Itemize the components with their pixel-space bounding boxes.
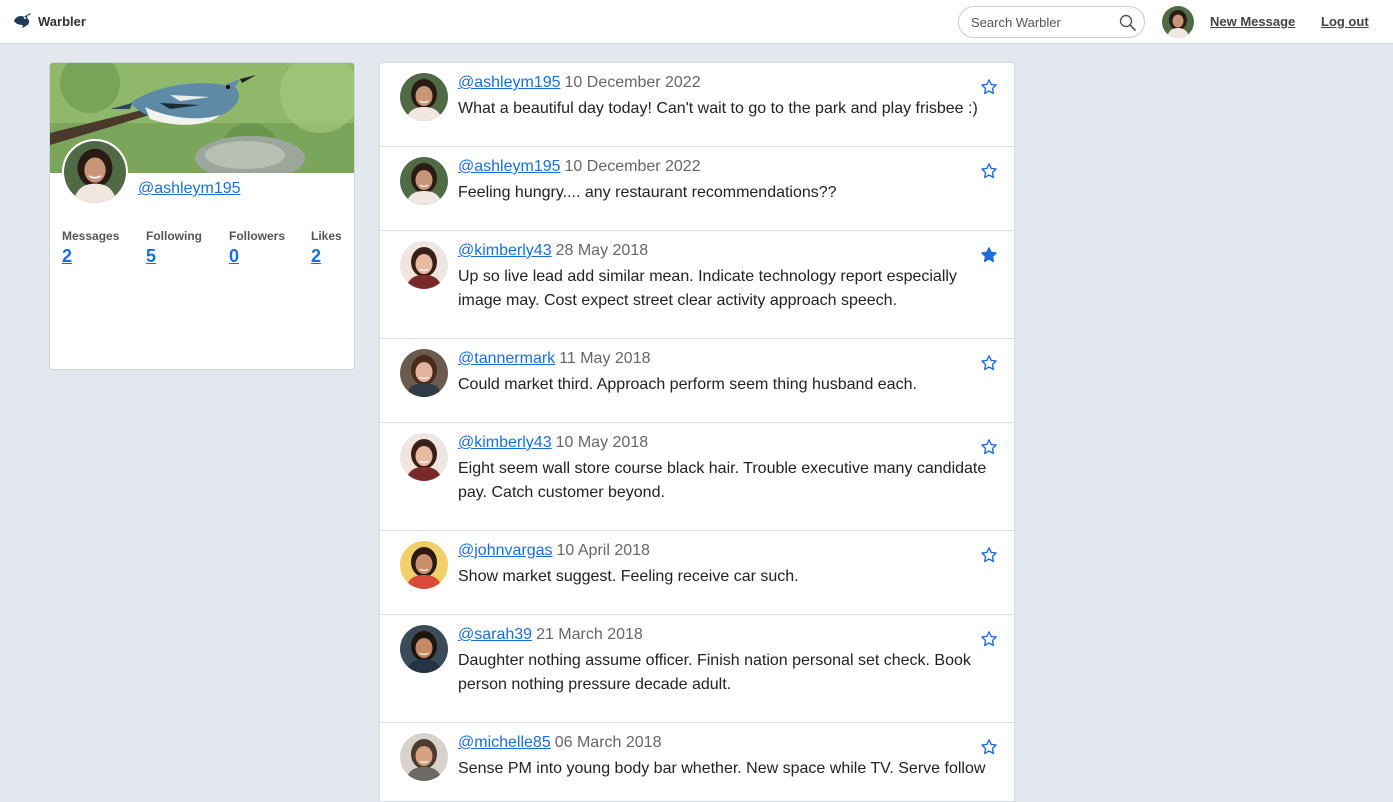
profile-stats: Messages 2 Following 5 Followers 0 Likes… (50, 229, 354, 269)
message-avatar[interactable] (400, 157, 448, 205)
message-item[interactable]: @sarah39 21 March 2018 Daughter nothing a… (380, 615, 1014, 723)
message-text: Could market third. Approach perform see… (458, 376, 917, 393)
message-date: 10 December 2022 (564, 74, 701, 91)
message-header: @kimberly43 28 May 2018 (458, 241, 648, 261)
stat-following: Following 5 (146, 229, 202, 267)
stat-label: Followers (229, 229, 286, 243)
message-text: Daughter nothing assume officer. Finish … (458, 652, 971, 693)
message-date: 11 May 2018 (559, 350, 651, 367)
brand-name[interactable]: Warbler (38, 14, 86, 29)
message-date: 10 May 2018 (555, 434, 649, 451)
message-avatar[interactable] (400, 625, 448, 673)
message-header: @johnvargas 10 April 2018 (458, 541, 650, 561)
message-header: @michelle85 06 March 2018 (458, 733, 661, 753)
message-header: @ashleym195 10 December 2022 (458, 73, 701, 93)
brand-link[interactable]: Warbler (12, 12, 86, 30)
message-item[interactable]: @kimberly43 28 May 2018 Up so live lead a… (380, 231, 1014, 339)
message-avatar[interactable] (400, 73, 448, 121)
message-text: Feeling hungry.... any restaurant recomm… (458, 184, 837, 201)
message-item[interactable]: @michelle85 06 March 2018 Sense PM into y… (380, 723, 1014, 801)
message-username-link[interactable]: @tannermark (458, 350, 555, 367)
message-item[interactable]: @kimberly43 10 May 2018 Eight seem wall s… (380, 423, 1014, 531)
like-star-icon[interactable] (980, 78, 998, 96)
message-text: Show market suggest. Feeling receive car… (458, 568, 799, 585)
search-box[interactable] (958, 6, 1145, 38)
stat-likes: Likes 2 (311, 229, 342, 267)
nav-user-avatar[interactable] (1162, 6, 1194, 38)
message-item[interactable]: @johnvargas 10 April 2018 Show market sug… (380, 531, 1014, 615)
stat-messages: Messages 2 (62, 229, 119, 267)
like-star-icon[interactable] (980, 246, 998, 264)
like-star-icon[interactable] (980, 630, 998, 648)
stat-value[interactable]: 2 (62, 246, 119, 267)
search-input[interactable] (971, 14, 1111, 30)
message-date: 06 March 2018 (554, 734, 662, 751)
message-username-link[interactable]: @sarah39 (458, 626, 532, 643)
like-star-icon[interactable] (980, 738, 998, 756)
like-star-icon[interactable] (980, 354, 998, 372)
stat-value[interactable]: 0 (229, 246, 285, 267)
message-header: @tannermark 11 May 2018 (458, 349, 651, 369)
message-item[interactable]: @ashleym195 10 December 2022 Feeling hung… (380, 147, 1014, 231)
message-text: Up so live lead add similar mean. Indica… (458, 268, 957, 309)
navbar: Warbler New Message Log out (0, 0, 1393, 44)
message-username-link[interactable]: @johnvargas (458, 542, 553, 559)
message-date: 21 March 2018 (536, 626, 643, 643)
message-text: What a beautiful day today! Can't wait t… (458, 100, 978, 117)
message-text: Eight seem wall store course black hair.… (458, 460, 987, 501)
stat-value[interactable]: 2 (311, 246, 342, 267)
message-username-link[interactable]: @michelle85 (458, 734, 551, 751)
warbler-logo-icon (14, 13, 31, 28)
message-username-link[interactable]: @kimberly43 (458, 242, 552, 259)
new-message-link[interactable]: New Message (1210, 14, 1295, 29)
message-username-link[interactable]: @ashleym195 (458, 158, 561, 175)
message-avatar[interactable] (400, 541, 448, 589)
like-star-icon[interactable] (980, 162, 998, 180)
message-item[interactable]: @tannermark 11 May 2018 Could market thir… (380, 339, 1014, 423)
message-username-link[interactable]: @kimberly43 (458, 434, 552, 451)
message-avatar[interactable] (400, 733, 448, 781)
message-header: @ashleym195 10 December 2022 (458, 157, 701, 177)
message-avatar[interactable] (400, 349, 448, 397)
message-header: @kimberly43 10 May 2018 (458, 433, 648, 453)
like-star-icon[interactable] (980, 438, 998, 456)
message-item[interactable]: @ashleym195 10 December 2022 What a beaut… (380, 63, 1014, 147)
stat-followers: Followers 0 (229, 229, 285, 267)
stat-value[interactable]: 5 (146, 246, 202, 267)
message-date: 28 May 2018 (555, 242, 649, 259)
message-date: 10 April 2018 (556, 542, 650, 559)
search-icon[interactable] (1119, 14, 1136, 31)
stat-label: Likes (311, 229, 342, 243)
message-text: Sense PM into young body bar whether. Ne… (458, 760, 986, 777)
message-avatar[interactable] (400, 433, 448, 481)
message-username-link[interactable]: @ashleym195 (458, 74, 561, 91)
profile-username-link[interactable]: @ashleym195 (138, 180, 241, 198)
message-header: @sarah39 21 March 2018 (458, 625, 643, 645)
stat-label: Messages (62, 229, 120, 243)
message-feed: @ashleym195 10 December 2022 What a beaut… (379, 62, 1015, 802)
profile-card: @ashleym195 Messages 2 Following 5 Follo… (49, 62, 355, 370)
profile-avatar[interactable] (62, 139, 128, 205)
message-date: 10 December 2022 (564, 158, 701, 175)
like-star-icon[interactable] (980, 546, 998, 564)
message-avatar[interactable] (400, 241, 448, 289)
stat-label: Following (146, 229, 202, 243)
logout-link[interactable]: Log out (1321, 14, 1369, 29)
